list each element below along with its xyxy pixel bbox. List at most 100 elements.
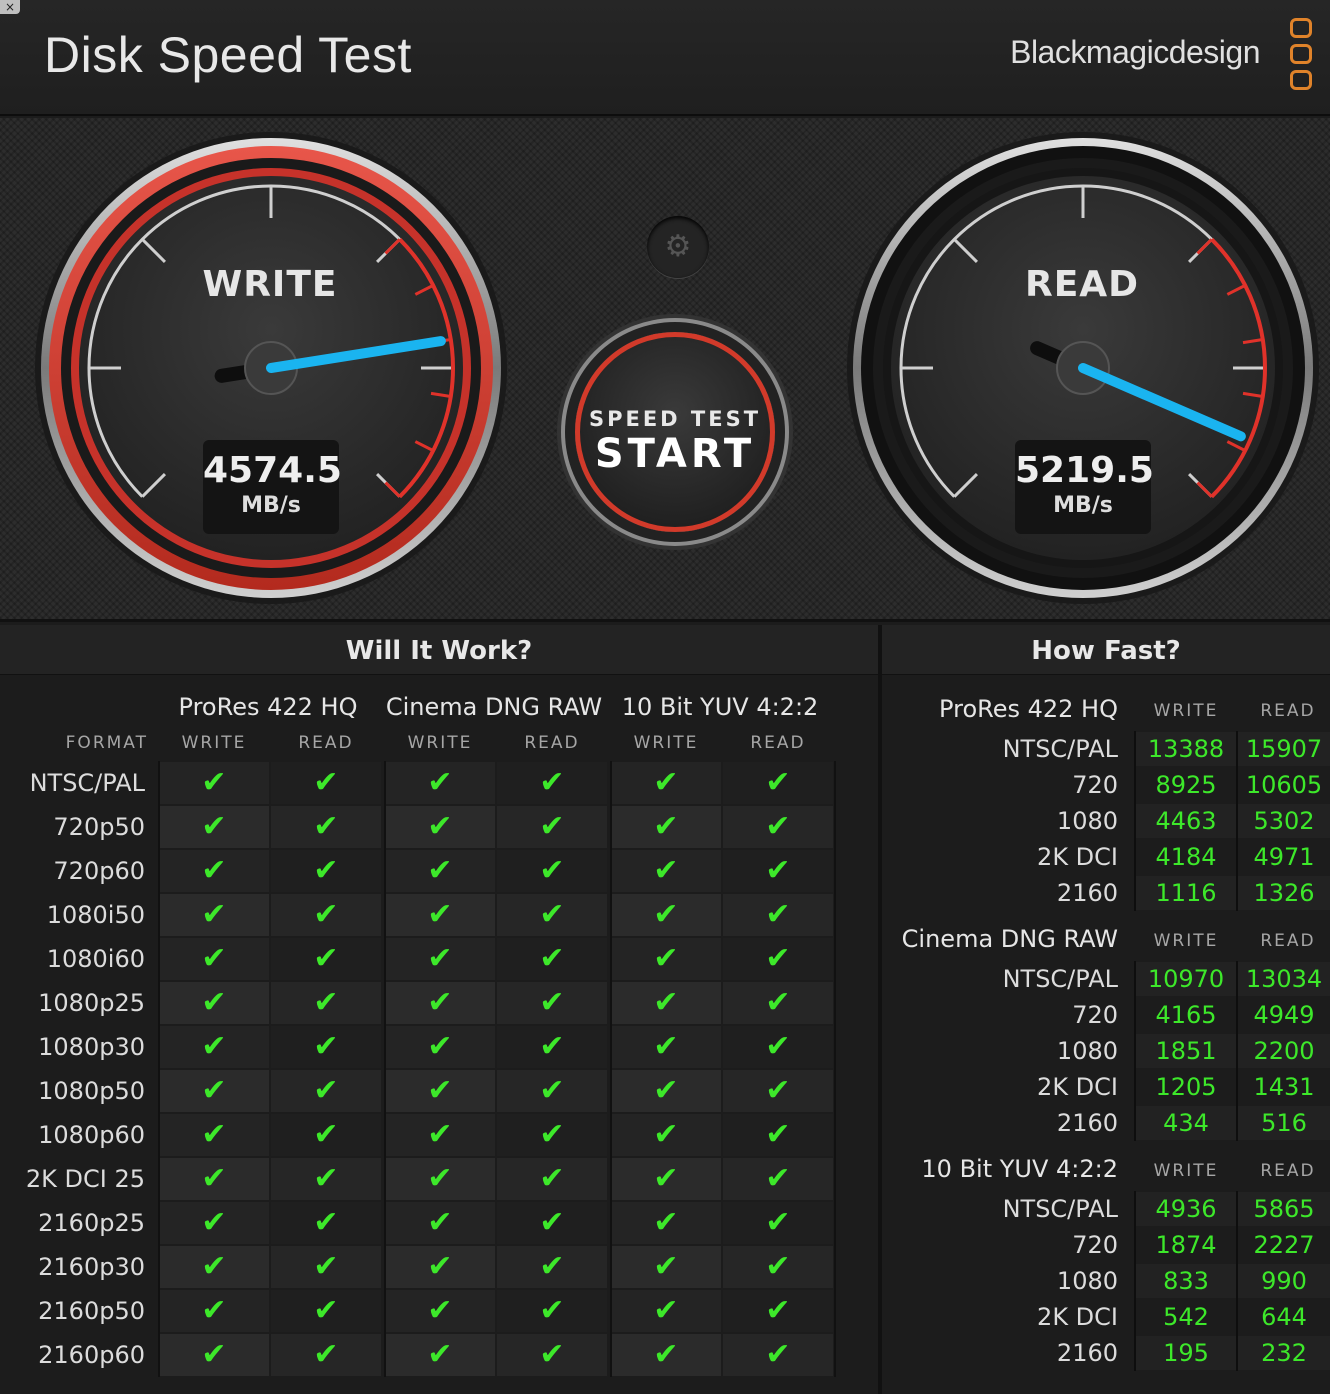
wiw-format-label: 1080p25 bbox=[38, 989, 145, 1017]
hf-read-value: 15907 bbox=[1238, 732, 1330, 766]
read-speed-value: 5219.5 bbox=[1015, 450, 1154, 491]
check-icon: ✔ bbox=[385, 1026, 495, 1068]
check-icon: ✔ bbox=[611, 762, 721, 804]
check-icon: ✔ bbox=[385, 982, 495, 1024]
wiw-format-label: 1080i50 bbox=[46, 901, 145, 929]
table-row: 720p60 ✔ ✔ ✔ ✔ ✔ ✔ bbox=[0, 849, 878, 893]
how-fast-panel: How Fast? ProRes 422 HQ WRITE READ NTSC/PAL… bbox=[882, 625, 1330, 1394]
hf-write-value: 833 bbox=[1136, 1264, 1236, 1298]
table-row: 720 1874 2227 bbox=[882, 1227, 1330, 1263]
hf-read-value: 644 bbox=[1238, 1300, 1330, 1334]
check-icon: ✔ bbox=[159, 1026, 269, 1068]
check-icon: ✔ bbox=[497, 982, 607, 1024]
hf-format-label: NTSC/PAL bbox=[1002, 965, 1118, 993]
check-icon: ✔ bbox=[611, 894, 721, 936]
table-row: 2160 434 516 bbox=[882, 1105, 1330, 1141]
check-icon: ✔ bbox=[271, 1158, 381, 1200]
hf-format-label: 2160 bbox=[1056, 1109, 1118, 1137]
hf-read-value: 10605 bbox=[1238, 768, 1330, 802]
hf-format-label: 720 bbox=[1072, 1231, 1118, 1259]
wiw-format-header: FORMAT bbox=[65, 733, 148, 753]
check-icon: ✔ bbox=[611, 1026, 721, 1068]
table-row: 1080p30 ✔ ✔ ✔ ✔ ✔ ✔ bbox=[0, 1025, 878, 1069]
table-row: 2K DCI 542 644 bbox=[882, 1299, 1330, 1335]
write-speed-value: 4574.5 bbox=[203, 450, 342, 491]
check-icon: ✔ bbox=[723, 1114, 833, 1156]
check-icon: ✔ bbox=[271, 1334, 381, 1376]
check-icon: ✔ bbox=[271, 1070, 381, 1112]
table-row: 1080i60 ✔ ✔ ✔ ✔ ✔ ✔ bbox=[0, 937, 878, 981]
check-icon: ✔ bbox=[385, 894, 495, 936]
column-divider bbox=[1134, 961, 1136, 1141]
table-row: 2K DCI 4184 4971 bbox=[882, 839, 1330, 875]
hf-format-label: 1080 bbox=[1056, 1037, 1118, 1065]
check-icon: ✔ bbox=[611, 1158, 721, 1200]
check-icon: ✔ bbox=[159, 1290, 269, 1332]
read-speed-readout: 5219.5 MB/s bbox=[1015, 440, 1154, 534]
check-icon: ✔ bbox=[385, 806, 495, 848]
check-icon: ✔ bbox=[723, 762, 833, 804]
wiw-read-header: READ bbox=[524, 733, 580, 753]
check-icon: ✔ bbox=[159, 982, 269, 1024]
hf-read-value: 2227 bbox=[1238, 1228, 1330, 1262]
check-icon: ✔ bbox=[159, 850, 269, 892]
wiw-read-header: READ bbox=[298, 733, 354, 753]
hf-format-label: 2160 bbox=[1056, 879, 1118, 907]
close-icon[interactable]: × bbox=[0, 0, 20, 14]
check-icon: ✔ bbox=[611, 806, 721, 848]
wiw-group-1: Cinema DNG RAW bbox=[385, 693, 603, 721]
hf-write-header: WRITE bbox=[1153, 1161, 1219, 1181]
check-icon: ✔ bbox=[271, 1290, 381, 1332]
check-icon: ✔ bbox=[271, 762, 381, 804]
check-icon: ✔ bbox=[271, 1202, 381, 1244]
table-row: NTSC/PAL 13388 15907 bbox=[882, 731, 1330, 767]
wiw-format-label: 2160p30 bbox=[38, 1253, 145, 1281]
check-icon: ✔ bbox=[497, 806, 607, 848]
hf-write-value: 434 bbox=[1136, 1106, 1236, 1140]
column-divider bbox=[834, 761, 836, 1377]
will-it-work-title: Will It Work? bbox=[0, 625, 878, 675]
hf-read-header: READ bbox=[1260, 701, 1316, 721]
hf-write-value: 1116 bbox=[1136, 876, 1236, 910]
speed-test-start-button[interactable]: SPEED TEST START bbox=[575, 332, 775, 532]
write-gauge-label: WRITE bbox=[202, 264, 338, 305]
column-divider bbox=[1134, 1191, 1136, 1371]
hf-format-label: 2160 bbox=[1056, 1339, 1118, 1367]
check-icon: ✔ bbox=[723, 982, 833, 1024]
check-icon: ✔ bbox=[271, 894, 381, 936]
wiw-format-label: NTSC/PAL bbox=[29, 769, 145, 797]
check-icon: ✔ bbox=[497, 1334, 607, 1376]
hf-read-value: 232 bbox=[1238, 1336, 1330, 1370]
check-icon: ✔ bbox=[611, 1114, 721, 1156]
check-icon: ✔ bbox=[497, 1158, 607, 1200]
check-icon: ✔ bbox=[159, 1158, 269, 1200]
table-row: 1080p60 ✔ ✔ ✔ ✔ ✔ ✔ bbox=[0, 1113, 878, 1157]
write-speed-readout: 4574.5 MB/s bbox=[203, 440, 342, 534]
hf-write-header: WRITE bbox=[1153, 931, 1219, 951]
check-icon: ✔ bbox=[497, 1070, 607, 1112]
check-icon: ✔ bbox=[385, 1114, 495, 1156]
hf-write-value: 4463 bbox=[1136, 804, 1236, 838]
settings-button[interactable]: ⚙ bbox=[647, 216, 709, 278]
check-icon: ✔ bbox=[159, 1070, 269, 1112]
check-icon: ✔ bbox=[271, 982, 381, 1024]
wiw-read-header: READ bbox=[750, 733, 806, 753]
table-row: 1080 4463 5302 bbox=[882, 803, 1330, 839]
hf-read-value: 990 bbox=[1238, 1264, 1330, 1298]
hf-write-value: 8925 bbox=[1136, 768, 1236, 802]
wiw-format-label: 1080p60 bbox=[38, 1121, 145, 1149]
check-icon: ✔ bbox=[271, 806, 381, 848]
check-icon: ✔ bbox=[723, 1246, 833, 1288]
check-icon: ✔ bbox=[723, 1202, 833, 1244]
hf-write-value: 542 bbox=[1136, 1300, 1236, 1334]
table-row: 1080 833 990 bbox=[882, 1263, 1330, 1299]
table-row: 2160p60 ✔ ✔ ✔ ✔ ✔ ✔ bbox=[0, 1333, 878, 1377]
hf-format-label: NTSC/PAL bbox=[1002, 1195, 1118, 1223]
hf-write-value: 195 bbox=[1136, 1336, 1236, 1370]
wiw-format-label: 1080p30 bbox=[38, 1033, 145, 1061]
check-icon: ✔ bbox=[723, 806, 833, 848]
hf-write-value: 10970 bbox=[1136, 962, 1236, 996]
check-icon: ✔ bbox=[611, 1246, 721, 1288]
table-row: 720p50 ✔ ✔ ✔ ✔ ✔ ✔ bbox=[0, 805, 878, 849]
wiw-format-label: 2160p50 bbox=[38, 1297, 145, 1325]
